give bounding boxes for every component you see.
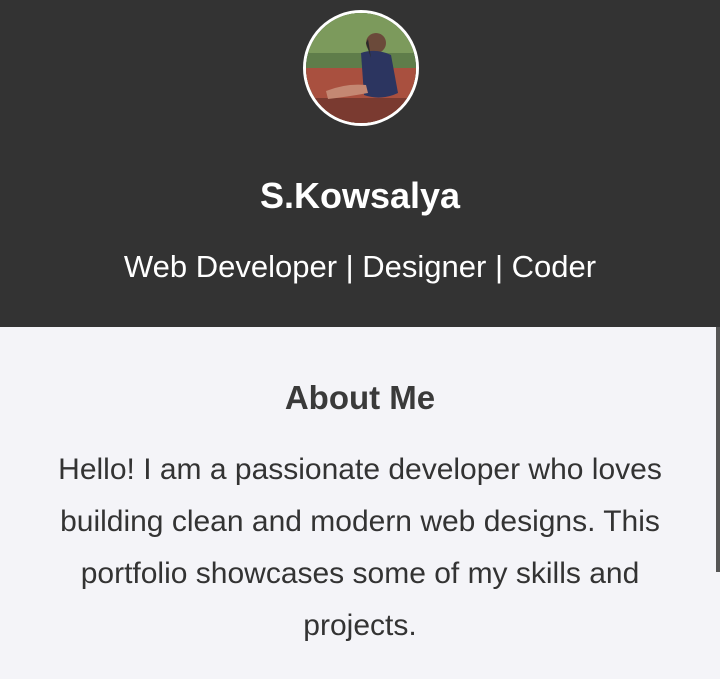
avatar — [303, 10, 419, 126]
profile-header: S.Kowsalya Web Developer | Designer | Co… — [0, 0, 720, 327]
profile-name: S.Kowsalya — [259, 175, 461, 216]
portfolio-page: S.Kowsalya Web Developer | Designer | Co… — [0, 0, 720, 679]
about-heading: About Me — [284, 379, 436, 416]
about-text: Hello! I am a passionate developer who l… — [58, 453, 662, 642]
about-section: About Me Hello! I am a passionate develo… — [0, 327, 720, 679]
page-scrollbar[interactable] — [716, 327, 720, 572]
profile-tagline: Web Developer | Designer | Coder — [123, 249, 597, 284]
avatar-photo — [306, 13, 416, 123]
